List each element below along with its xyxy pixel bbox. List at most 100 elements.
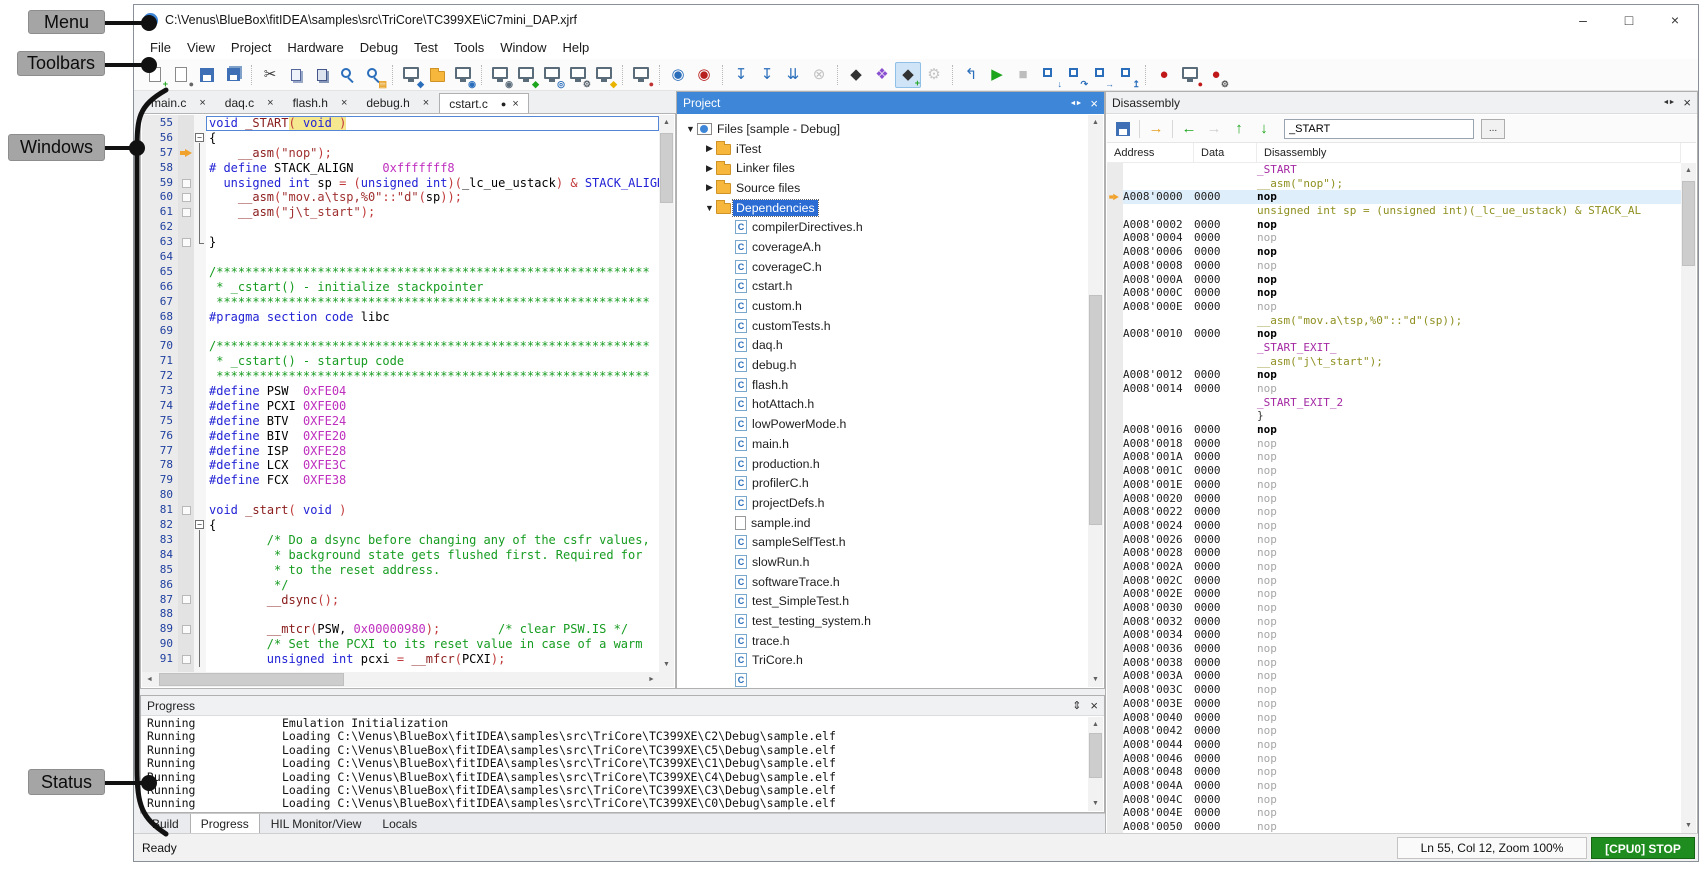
fold-gutter-cell[interactable]: − bbox=[194, 518, 206, 533]
tree-item[interactable]: Cdebug.h bbox=[678, 355, 1088, 375]
disasm-row[interactable]: A008'0012 0000 nop bbox=[1107, 368, 1681, 383]
tab-flash-h[interactable]: flash.h × bbox=[284, 93, 357, 113]
disasm-row[interactable]: A008'0018 0000 nop bbox=[1107, 436, 1681, 451]
breakpoint-gutter-cell[interactable] bbox=[178, 503, 194, 518]
disasm-row[interactable]: A008'0050 0000 nop bbox=[1107, 820, 1681, 833]
tab-close-icon[interactable]: × bbox=[267, 97, 273, 109]
fold-collapse-icon[interactable]: − bbox=[195, 132, 204, 142]
back-button[interactable]: ← bbox=[1178, 118, 1200, 140]
scroll-up-icon[interactable]: ▲ bbox=[659, 115, 674, 130]
locals-window-button[interactable]: ◆ bbox=[591, 62, 617, 88]
tree-item[interactable]: Ctest_SimpleTest.h bbox=[678, 592, 1088, 612]
step-over-button[interactable]: ↷ bbox=[1062, 62, 1088, 88]
disasm-row[interactable]: A008'0000 0000 nop bbox=[1107, 190, 1681, 205]
breakpoint-gutter-cell[interactable] bbox=[178, 414, 194, 429]
disasm-row[interactable]: A008'0020 0000 nop bbox=[1107, 491, 1681, 506]
breakpoint-gutter-cell[interactable] bbox=[178, 384, 194, 399]
breakpoint-gutter-cell[interactable] bbox=[178, 146, 194, 161]
menu-help[interactable]: Help bbox=[555, 37, 598, 58]
disassembly-panel-title[interactable]: Disassembly ◄► × bbox=[1106, 92, 1697, 114]
copy-button[interactable] bbox=[283, 62, 309, 88]
tree-item[interactable]: CsampleSelfTest.h bbox=[678, 532, 1088, 552]
editor-vscroll-thumb[interactable] bbox=[660, 133, 673, 203]
tree-collapsed-icon[interactable]: ▶ bbox=[703, 143, 716, 154]
breakpoint-gutter-cell[interactable] bbox=[178, 488, 194, 503]
disasm-row[interactable]: A008'0040 0000 nop bbox=[1107, 710, 1681, 725]
menu-hardware[interactable]: Hardware bbox=[279, 37, 351, 58]
project-panel-title[interactable]: Project ◄► × bbox=[677, 92, 1104, 114]
disasm-row[interactable]: A008'0002 0000 nop bbox=[1107, 217, 1681, 232]
disasm-row[interactable]: _START bbox=[1107, 163, 1681, 177]
breakpoint-button[interactable]: ● bbox=[1151, 62, 1177, 88]
breakpoint-gutter-cell[interactable] bbox=[178, 458, 194, 473]
fold-gutter-cell[interactable]: − bbox=[194, 131, 206, 146]
progress-vscrollbar[interactable]: ▲ ▼ bbox=[1088, 717, 1103, 811]
tree-item[interactable]: CprojectDefs.h bbox=[678, 493, 1088, 513]
step-disabled-button[interactable]: ⊗ bbox=[806, 62, 832, 88]
menu-test[interactable]: Test bbox=[406, 37, 446, 58]
up-button[interactable]: ↑ bbox=[1228, 118, 1250, 140]
disasm-row[interactable]: A008'0042 0000 nop bbox=[1107, 724, 1681, 738]
breakpoint-gutter-cell[interactable] bbox=[178, 131, 194, 146]
navigate-button[interactable]: ❖ bbox=[869, 62, 895, 88]
disasm-row[interactable]: A008'0036 0000 nop bbox=[1107, 642, 1681, 656]
resize-panel-icon[interactable]: ⇕ bbox=[1072, 699, 1081, 712]
disassembly-vscrollbar[interactable]: ▲ ▼ bbox=[1681, 163, 1696, 833]
output-tab-progress[interactable]: Progress bbox=[189, 814, 260, 835]
breakpoint-settings-button[interactable]: ● ⚙ bbox=[1203, 62, 1229, 88]
tree-item[interactable]: Cflash.h bbox=[678, 375, 1088, 395]
disasm-row[interactable]: __asm("j\t_start"); bbox=[1107, 354, 1681, 369]
disassembly-vscroll-thumb[interactable] bbox=[1682, 181, 1695, 266]
disasm-row[interactable]: } bbox=[1107, 409, 1681, 424]
breakpoint-gutter-cell[interactable] bbox=[178, 250, 194, 265]
reset-button[interactable]: ↰ bbox=[958, 62, 984, 88]
disasm-row[interactable]: unsigned int sp = (unsigned int)(_lc_ue_… bbox=[1107, 204, 1681, 218]
tree-collapsed-icon[interactable]: ▶ bbox=[703, 163, 716, 174]
breakpoint-box-icon[interactable] bbox=[181, 208, 191, 218]
scroll-up-icon[interactable]: ▲ bbox=[1681, 163, 1696, 178]
tab-main-c[interactable]: main.c × bbox=[142, 93, 215, 113]
dock-toggle-icon[interactable]: ◄► bbox=[1663, 99, 1676, 106]
disasm-row[interactable]: A008'001A 0000 nop bbox=[1107, 450, 1681, 465]
project-vscroll-thumb[interactable] bbox=[1089, 295, 1102, 525]
tree-expanded-icon[interactable]: ▼ bbox=[684, 124, 697, 134]
breakpoint-box-icon[interactable] bbox=[181, 193, 191, 203]
tree-item[interactable]: CprofilerC.h bbox=[678, 473, 1088, 493]
breakpoint-gutter-cell[interactable] bbox=[178, 310, 194, 325]
tree-item[interactable]: CcompilerDirectives.h bbox=[678, 217, 1088, 237]
scroll-left-icon[interactable]: ◄ bbox=[142, 672, 157, 687]
step-source-button[interactable]: ↧ bbox=[728, 62, 754, 88]
breakpoint-gutter-cell[interactable] bbox=[178, 205, 194, 220]
disasm-row[interactable]: A008'003C 0000 nop bbox=[1107, 683, 1681, 697]
progress-vscroll-thumb[interactable] bbox=[1089, 733, 1102, 778]
tree-item[interactable]: Ctest_testing_system.h bbox=[678, 611, 1088, 631]
scroll-down-icon[interactable]: ▼ bbox=[659, 657, 674, 672]
disasm-row[interactable]: __asm("nop"); bbox=[1107, 176, 1681, 191]
disasm-row[interactable]: A008'0034 0000 nop bbox=[1107, 628, 1681, 643]
disasm-row[interactable]: A008'0028 0000 nop bbox=[1107, 546, 1681, 560]
minimize-button[interactable]: – bbox=[1560, 5, 1606, 35]
breakpoint-gutter-cell[interactable] bbox=[178, 399, 194, 414]
download-button[interactable]: ◆ bbox=[398, 62, 424, 88]
maximize-button[interactable]: □ bbox=[1606, 5, 1652, 35]
disasm-row[interactable]: A008'004E 0000 nop bbox=[1107, 806, 1681, 821]
tab-debug-h[interactable]: debug.h × bbox=[357, 93, 438, 113]
stop-button[interactable]: ■ bbox=[1010, 62, 1036, 88]
tree-item[interactable]: ▶ iTest bbox=[678, 139, 1088, 159]
disasm-row[interactable]: A008'003A 0000 nop bbox=[1107, 669, 1681, 684]
breakpoint-gutter-cell[interactable] bbox=[178, 518, 194, 533]
find-button[interactable] bbox=[335, 62, 361, 88]
tree-item[interactable]: CcoverageA.h bbox=[678, 237, 1088, 257]
step-into-button[interactable]: ↓ bbox=[1036, 62, 1062, 88]
tree-item[interactable]: Ccstart.h bbox=[678, 277, 1088, 297]
scroll-right-icon[interactable]: ► bbox=[644, 672, 659, 687]
tree-item[interactable]: ▼ Dependencies bbox=[678, 198, 1088, 218]
tab-close-icon[interactable]: × bbox=[512, 98, 518, 110]
disasm-row[interactable]: A008'0048 0000 nop bbox=[1107, 765, 1681, 779]
tree-item[interactable]: Cproduction.h bbox=[678, 454, 1088, 474]
scroll-up-icon[interactable]: ▲ bbox=[1088, 115, 1103, 130]
disasm-more-button[interactable]: ... bbox=[1481, 118, 1505, 139]
tree-item[interactable]: ClowPowerMode.h bbox=[678, 414, 1088, 434]
load-project-button[interactable]: ◉ bbox=[450, 62, 476, 88]
disasm-row[interactable]: _START_EXIT_2 bbox=[1107, 395, 1681, 410]
